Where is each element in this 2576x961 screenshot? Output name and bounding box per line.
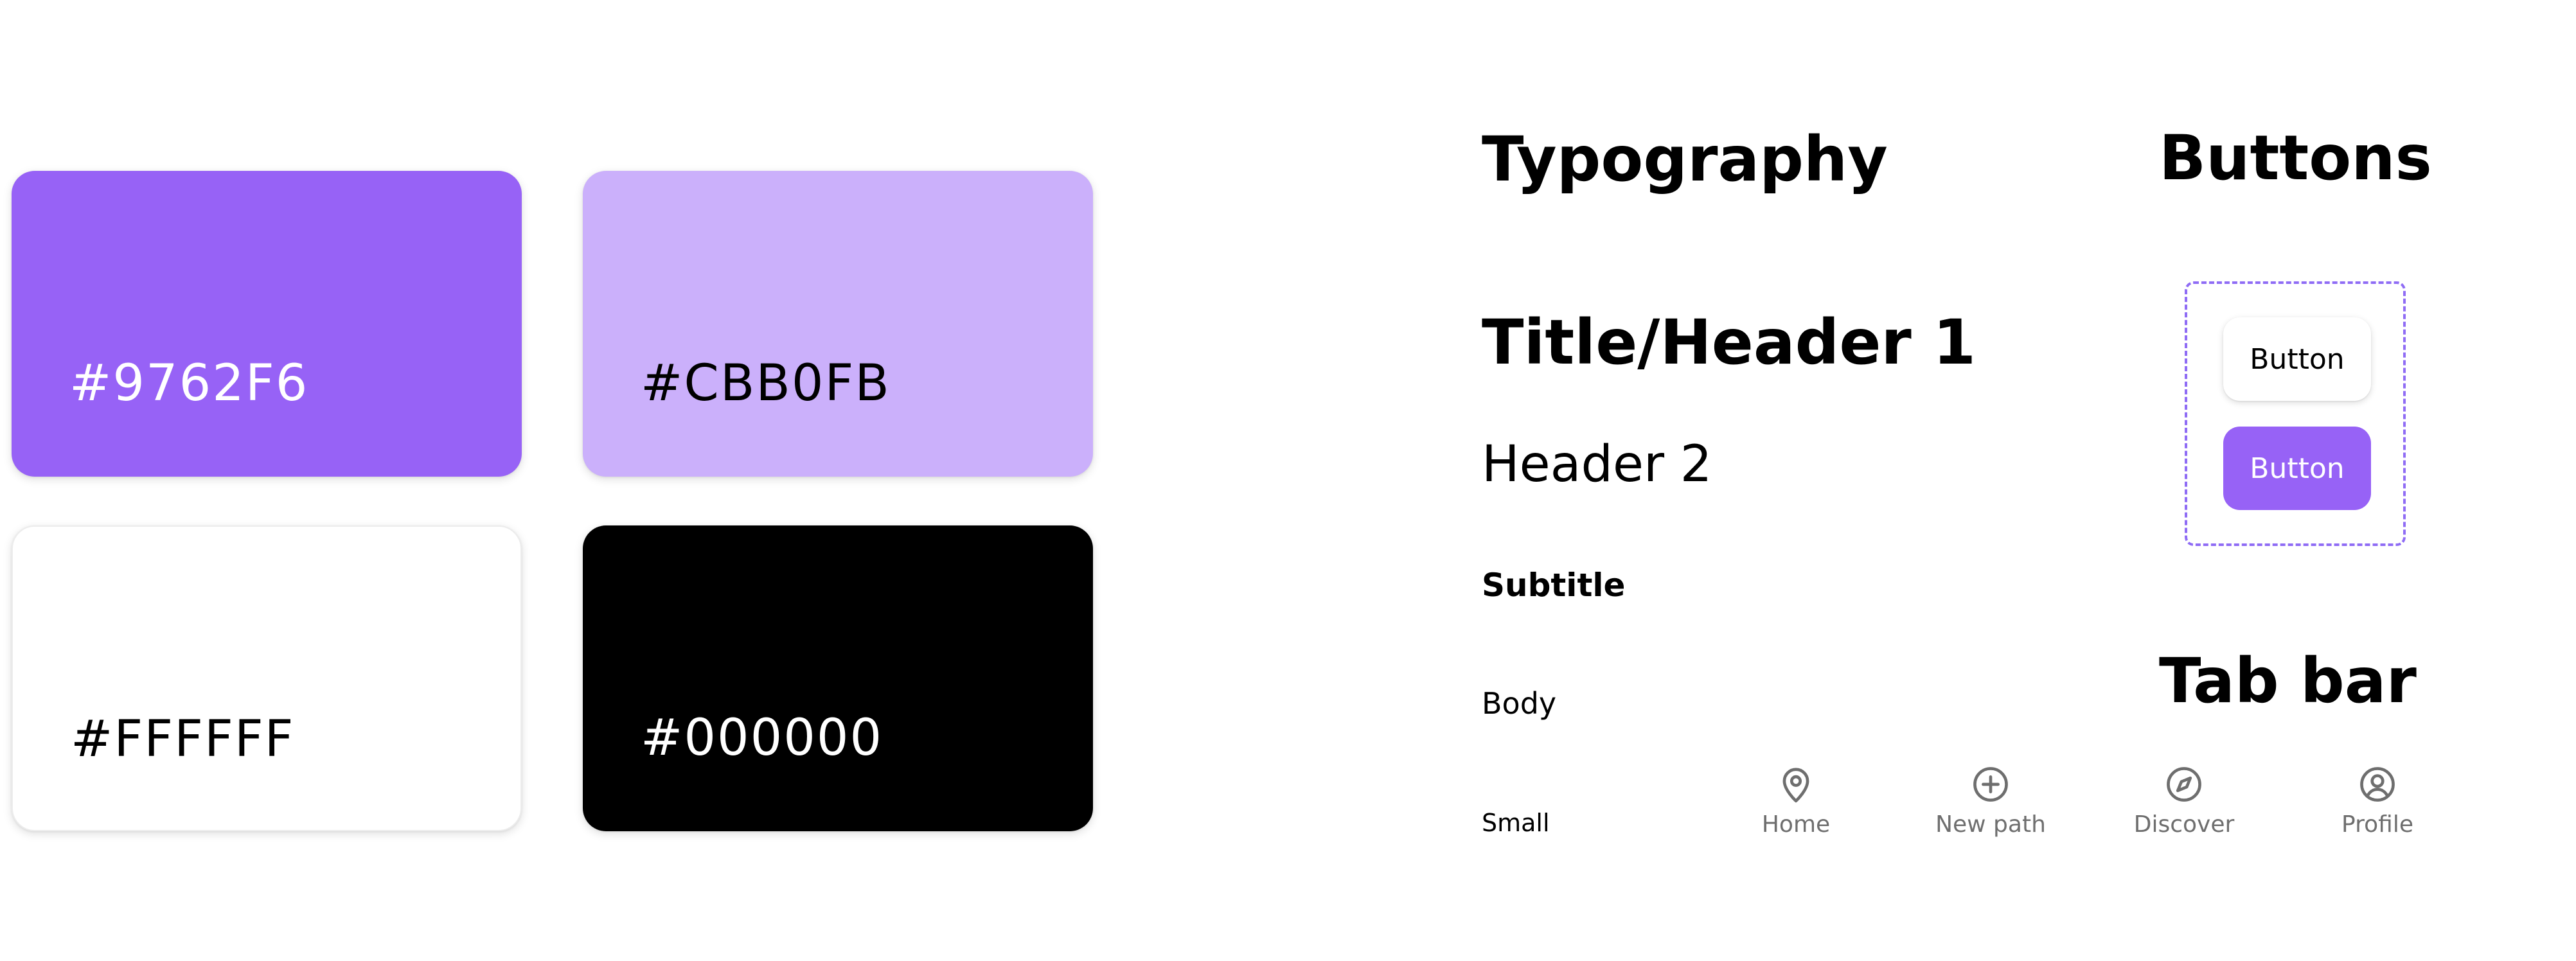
typography-body-sample: Body [1482,686,1557,721]
color-swatch-black: #000000 [583,525,1093,831]
typography-header-2-sample: Header 2 [1482,436,1712,493]
color-swatch-white: #FFFFFF [12,525,522,831]
typography-section-title: Typography [1482,123,1888,195]
map-pin-icon [1776,764,1816,804]
typography-subtitle-sample: Subtitle [1482,567,1626,604]
tab-discover[interactable]: Discover [2088,764,2280,848]
plus-circle-icon [1971,764,2011,804]
typography-header-1-sample: Title/Header 1 [1482,306,1976,378]
swatch-hex-label: #FFFFFF [71,710,295,768]
swatch-hex-label: #000000 [641,709,884,767]
tab-label: Discover [2133,811,2235,838]
color-swatch-primary: #9762F6 [12,171,522,477]
secondary-button[interactable]: Button [2223,317,2371,401]
tab-profile[interactable]: Profile [2281,764,2474,848]
compass-icon [2164,764,2204,804]
primary-button[interactable]: Button [2223,427,2371,510]
tab-label: Home [1761,811,1831,838]
tab-home[interactable]: Home [1700,764,1892,848]
tab-bar-section-title: Tab bar [2159,645,2417,717]
swatch-hex-label: #9762F6 [69,355,309,412]
tab-new-path[interactable]: New path [1894,764,2087,848]
tab-label: Profile [2341,811,2413,838]
color-swatch-light-purple: #CBB0FB [583,171,1093,477]
button-variants-frame: Button Button [2185,281,2406,546]
tab-label: New path [1935,811,2046,838]
typography-small-sample: Small [1482,809,1550,837]
buttons-section-title: Buttons [2159,122,2432,194]
user-circle-icon [2358,764,2397,804]
swatch-hex-label: #CBB0FB [641,355,891,412]
